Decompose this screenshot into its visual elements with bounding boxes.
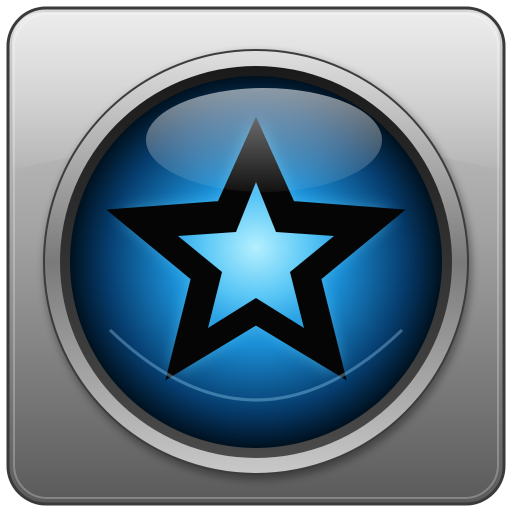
star-app-icon[interactable] <box>0 0 512 512</box>
orb-gloss-highlight <box>146 88 382 192</box>
